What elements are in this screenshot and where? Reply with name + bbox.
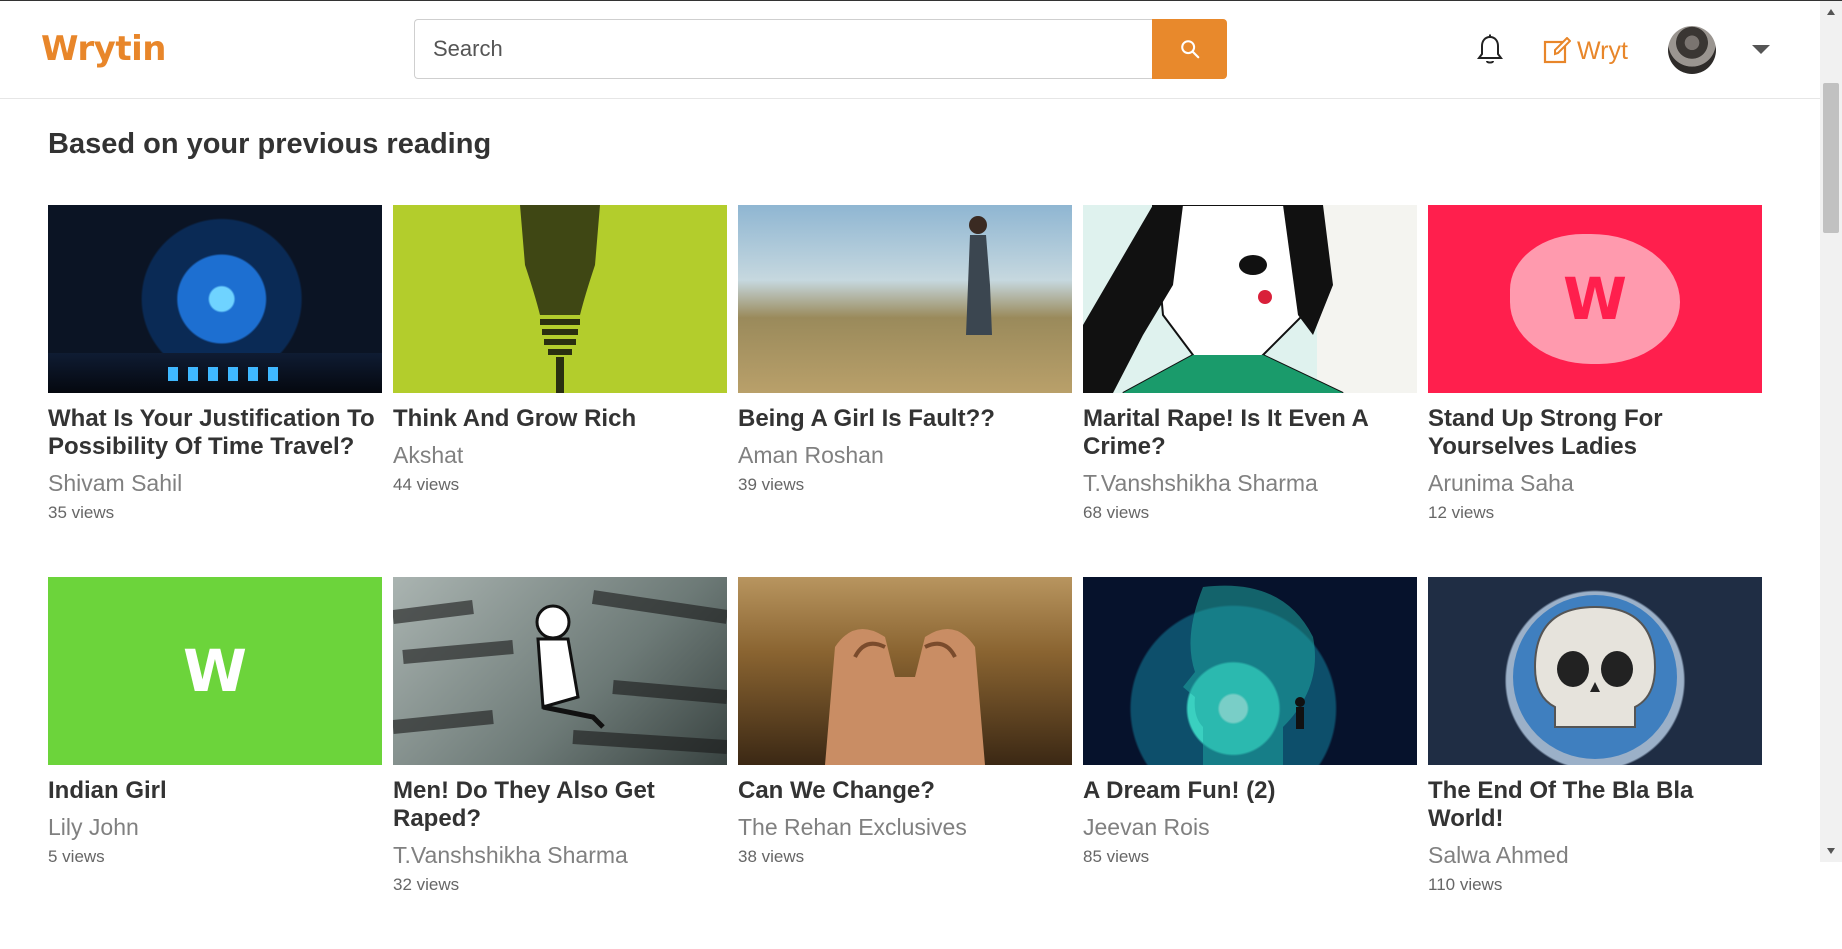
article-card[interactable]: Can We Change? The Rehan Exclusives 38 v…	[738, 577, 1072, 949]
card-views: 110 views	[1428, 875, 1503, 894]
card-title[interactable]: Men! Do They Also Get Raped?	[393, 777, 727, 833]
card-title[interactable]: Being A Girl Is Fault??	[738, 405, 1072, 433]
card-views: 38 views	[738, 847, 805, 866]
skull-globe-thumbnail[interactable]	[1428, 577, 1762, 765]
card-author[interactable]: The Rehan Exclusives	[738, 813, 1072, 841]
article-card[interactable]: The End Of The Bla Bla World! Salwa Ahme…	[1428, 577, 1762, 949]
card-author[interactable]: Aman Roshan	[738, 441, 1072, 469]
card-title[interactable]: Think And Grow Rich	[393, 405, 727, 433]
wrytin-w-logo-icon: W	[1563, 265, 1627, 333]
card-title[interactable]: What Is Your Justification To Possibilit…	[48, 405, 382, 461]
wrytin-logo[interactable]: Wrytin	[41, 29, 166, 69]
user-avatar[interactable]	[1668, 26, 1716, 74]
search-icon	[1180, 40, 1199, 59]
article-card[interactable]: Think And Grow Rich Akshat 44 views	[393, 205, 727, 577]
card-title[interactable]: Marital Rape! Is It Even A Crime?	[1083, 405, 1417, 461]
scrollbar-thumb[interactable]	[1823, 83, 1839, 233]
wryt-button[interactable]: Wryt	[1543, 34, 1628, 68]
scroll-up-arrow-icon[interactable]	[1820, 1, 1842, 23]
card-views: 5 views	[48, 847, 105, 866]
notifications-button[interactable]	[1476, 33, 1504, 67]
page-scrollbar[interactable]	[1820, 1, 1842, 862]
card-title[interactable]: The End Of The Bla Bla World!	[1428, 777, 1762, 833]
article-card[interactable]: What Is Your Justification To Possibilit…	[48, 205, 382, 577]
card-author[interactable]: Salwa Ahmed	[1428, 841, 1762, 869]
article-card[interactable]: Being A Girl Is Fault?? Aman Roshan 39 v…	[738, 205, 1072, 577]
card-author[interactable]: Jeevan Rois	[1083, 813, 1417, 841]
search-bar	[414, 19, 1227, 79]
recommendations-grid: What Is Your Justification To Possibilit…	[48, 205, 1762, 949]
time-travel-thumbnail[interactable]	[48, 205, 382, 393]
article-card[interactable]: W Stand Up Strong For Yourselves Ladies …	[1428, 205, 1762, 577]
card-title[interactable]: Indian Girl	[48, 777, 382, 805]
lightbulb-thumbnail[interactable]	[393, 205, 727, 393]
article-card[interactable]: Men! Do They Also Get Raped? T.Vanshshik…	[393, 577, 727, 949]
woman-illustration-thumbnail[interactable]	[1083, 205, 1417, 393]
card-views: 39 views	[738, 475, 805, 494]
card-author[interactable]: Lily John	[48, 813, 382, 841]
card-views: 35 views	[48, 503, 115, 522]
wrytin-w-pink-thumbnail[interactable]: W	[1428, 205, 1762, 393]
card-views: 68 views	[1083, 503, 1150, 522]
search-button[interactable]	[1152, 19, 1227, 79]
bell-icon	[1477, 34, 1503, 64]
card-title[interactable]: Stand Up Strong For Yourselves Ladies	[1428, 405, 1762, 461]
chevron-down-icon[interactable]	[1752, 45, 1770, 54]
article-card[interactable]: Marital Rape! Is It Even A Crime? T.Vans…	[1083, 205, 1417, 577]
card-views: 44 views	[393, 475, 460, 494]
card-author[interactable]: Shivam Sahil	[48, 469, 382, 497]
card-author[interactable]: Akshat	[393, 441, 727, 469]
boy-graffiti-thumbnail[interactable]	[393, 577, 727, 765]
card-author[interactable]: T.Vanshshikha Sharma	[1083, 469, 1417, 497]
card-views: 32 views	[393, 875, 460, 894]
card-views: 85 views	[1083, 847, 1150, 866]
top-navbar: Wrytin Wryt	[0, 1, 1820, 99]
article-card[interactable]: W Indian Girl Lily John 5 views	[48, 577, 382, 949]
article-card[interactable]: A Dream Fun! (2) Jeevan Rois 85 views	[1083, 577, 1417, 949]
wrytin-w-logo-icon: W	[183, 637, 247, 705]
card-views: 12 views	[1428, 503, 1495, 522]
wrytin-w-green-thumbnail[interactable]: W	[48, 577, 382, 765]
section-title: Based on your previous reading	[48, 128, 492, 160]
scroll-down-arrow-icon[interactable]	[1820, 840, 1842, 862]
card-author[interactable]: T.Vanshshikha Sharma	[393, 841, 727, 869]
cosmic-head-thumbnail[interactable]	[1083, 577, 1417, 765]
card-title[interactable]: Can We Change?	[738, 777, 1072, 805]
card-title[interactable]: A Dream Fun! (2)	[1083, 777, 1417, 805]
search-input[interactable]	[414, 19, 1152, 79]
edit-icon	[1543, 37, 1571, 64]
card-author[interactable]: Arunima Saha	[1428, 469, 1762, 497]
girl-in-field-thumbnail[interactable]	[738, 205, 1072, 393]
clasped-hands-thumbnail[interactable]	[738, 577, 1072, 765]
wryt-label: Wryt	[1577, 36, 1628, 65]
